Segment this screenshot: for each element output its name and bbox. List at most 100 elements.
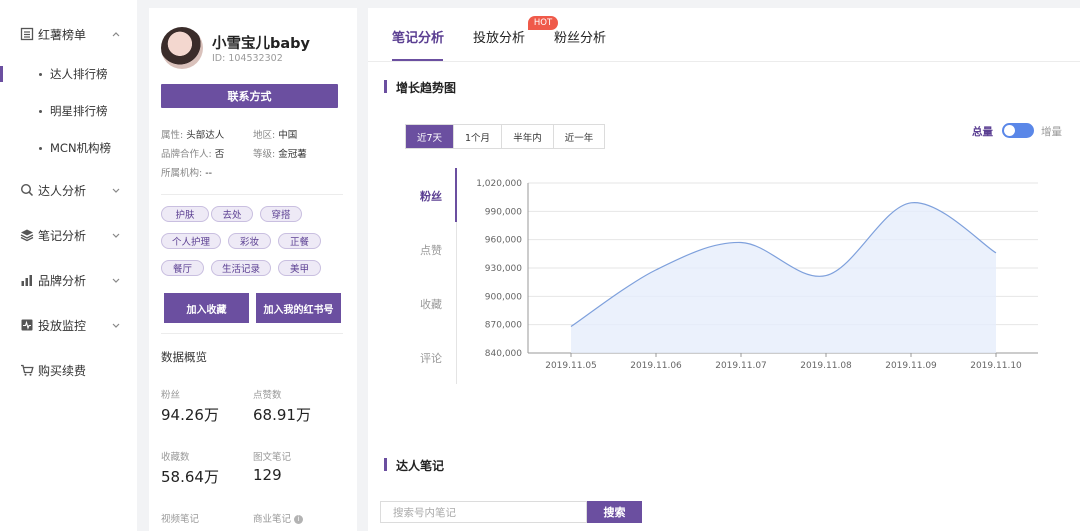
range-1y[interactable]: 近一年 — [554, 125, 604, 148]
stat-label: 点赞数 — [253, 390, 282, 401]
org-value: -- — [205, 168, 213, 179]
nav-purchase[interactable]: 购买续费 — [0, 358, 137, 382]
toggle-total-label: 总量 — [972, 126, 993, 138]
search-input[interactable]: 搜索号内笔记 — [380, 501, 587, 523]
total-increment-toggle[interactable] — [1002, 123, 1034, 138]
metric-likes[interactable]: 点赞 — [420, 242, 442, 258]
level-value: 金冠薯 — [278, 149, 307, 160]
tag-restaurant[interactable]: 餐厅 — [161, 260, 204, 276]
brand-row: 品牌合作人: 否 — [161, 146, 224, 160]
growth-chart: 840,000 870,000 900,000 930,000 960,000 990,0… — [458, 163, 1048, 378]
chevron-down-icon — [112, 323, 120, 328]
y-tick-label: 1,020,000 — [476, 179, 522, 189]
attr-row: 属性: 头部达人 — [161, 127, 224, 141]
overview-title: 数据概览 — [161, 350, 207, 364]
nav-note-analysis[interactable]: 笔记分析 — [0, 223, 137, 247]
region-value: 中国 — [278, 130, 298, 141]
attr-label: 属性: — [161, 130, 184, 141]
level-row: 等级: 金冠薯 — [253, 146, 307, 160]
search-icon — [20, 183, 34, 197]
org-row: 所属机构: -- — [161, 165, 212, 179]
tag-places[interactable]: 去处 — [211, 206, 253, 222]
tag-outfit[interactable]: 穿搭 — [260, 206, 302, 222]
tag-nails[interactable]: 美甲 — [278, 260, 321, 276]
sidebar-item-star-rank[interactable]: 明星排行榜 — [0, 99, 137, 123]
stat-label: 图文笔记 — [253, 452, 292, 463]
nav-brand-analysis[interactable]: 品牌分析 — [0, 268, 137, 292]
tag-meal[interactable]: 正餐 — [278, 233, 321, 249]
range-selector: 近7天 1个月 半年内 近一年 — [405, 124, 605, 149]
tabs-divider — [368, 61, 1080, 62]
x-tick-label: 2019.11.09 — [885, 361, 937, 371]
y-tick-label: 960,000 — [485, 236, 522, 246]
stat-value: 129 — [253, 466, 282, 484]
y-tick-label: 840,000 — [485, 349, 522, 359]
range-half-year[interactable]: 半年内 — [502, 125, 554, 148]
brand-label: 品牌合作人: — [161, 149, 212, 160]
stat-label: 收藏数 — [161, 452, 190, 463]
toggle-knob — [1004, 125, 1015, 136]
nav-red-list-label: 红薯榜单 — [38, 27, 87, 42]
tag-makeup[interactable]: 彩妆 — [228, 233, 271, 249]
tab-fan-analysis[interactable]: 粉丝分析 — [554, 27, 606, 46]
chevron-down-icon — [112, 233, 120, 238]
nav-purchase-label: 购买续费 — [38, 363, 87, 378]
y-tick-label: 990,000 — [485, 207, 522, 217]
sidebar-item-kol-rank[interactable]: 达人排行榜 — [0, 62, 137, 86]
profile-panel: 小雪宝儿baby ID: 104532302 联系方式 属性: 头部达人 地区:… — [149, 8, 357, 531]
list-icon — [20, 27, 34, 41]
stat-value: 68.91万 — [253, 406, 311, 424]
sidebar-item-label: 达人排行榜 — [50, 67, 108, 81]
nav-kol-analysis-label: 达人分析 — [38, 183, 87, 198]
range-7d[interactable]: 近7天 — [406, 125, 454, 148]
sidebar-item-label: 明星排行榜 — [50, 104, 108, 118]
kol-notes-title: 达人笔记 — [384, 457, 444, 474]
region-label: 地区: — [253, 130, 276, 141]
bar-chart-icon — [21, 275, 32, 286]
x-tick-label: 2019.11.07 — [715, 361, 767, 371]
search-button[interactable]: 搜索 — [587, 501, 642, 523]
nav-ad-monitor[interactable]: 投放监控 — [0, 313, 137, 337]
tag-daily-life[interactable]: 生活记录 — [211, 260, 271, 276]
nav-red-list[interactable]: 红薯榜单 — [0, 22, 137, 46]
chevron-up-icon — [112, 32, 120, 37]
metric-collects[interactable]: 收藏 — [420, 296, 442, 312]
toggle-increment-label: 增量 — [1041, 126, 1062, 138]
chevron-down-icon — [112, 278, 120, 283]
nav-ad-monitor-label: 投放监控 — [38, 318, 87, 333]
nav-note-analysis-label: 笔记分析 — [38, 228, 87, 243]
stat-label: 商业笔记 — [253, 514, 292, 525]
monitor-icon — [21, 319, 33, 331]
layers-icon — [20, 229, 34, 242]
range-1m[interactable]: 1个月 — [454, 125, 502, 148]
add-to-my-account-button[interactable]: 加入我的红书号 — [256, 293, 341, 323]
x-tick-label: 2019.11.08 — [800, 361, 852, 371]
sidebar-item-mcn-rank[interactable]: MCN机构榜 — [0, 136, 137, 160]
profile-name: 小雪宝儿baby — [212, 36, 310, 52]
x-tick-label: 2019.11.06 — [630, 361, 682, 371]
stat-label: 粉丝 — [161, 390, 181, 401]
tab-note-analysis[interactable]: 笔记分析 — [392, 27, 444, 46]
tag-skincare[interactable]: 护肤 — [161, 206, 209, 222]
x-tick-label: 2019.11.05 — [545, 361, 597, 371]
metric-active-indicator — [455, 168, 457, 222]
profile-id: ID: 104532302 — [212, 53, 283, 64]
org-label: 所属机构: — [161, 168, 203, 179]
bullet — [39, 109, 42, 113]
sidebar-item-label: MCN机构榜 — [50, 141, 112, 155]
nav-kol-analysis[interactable]: 达人分析 — [0, 178, 137, 202]
metric-comments[interactable]: 评论 — [420, 350, 442, 366]
bullet — [39, 146, 42, 150]
bullet — [39, 72, 42, 76]
main-panel: 笔记分析 投放分析 粉丝分析 HOT 增长趋势图 近7天 1个月 半年内 近一年… — [368, 8, 1080, 531]
x-tick-label: 2019.11.10 — [970, 361, 1022, 371]
level-label: 等级: — [253, 149, 276, 160]
tab-ad-analysis[interactable]: 投放分析 — [473, 27, 525, 46]
chevron-down-icon — [112, 188, 120, 193]
add-favorite-button[interactable]: 加入收藏 — [164, 293, 249, 323]
info-icon[interactable]: i — [294, 515, 304, 524]
contact-button[interactable]: 联系方式 — [161, 84, 338, 108]
cart-icon — [21, 364, 34, 376]
tag-personal-care[interactable]: 个人护理 — [161, 233, 221, 249]
metric-fans[interactable]: 粉丝 — [420, 188, 442, 204]
